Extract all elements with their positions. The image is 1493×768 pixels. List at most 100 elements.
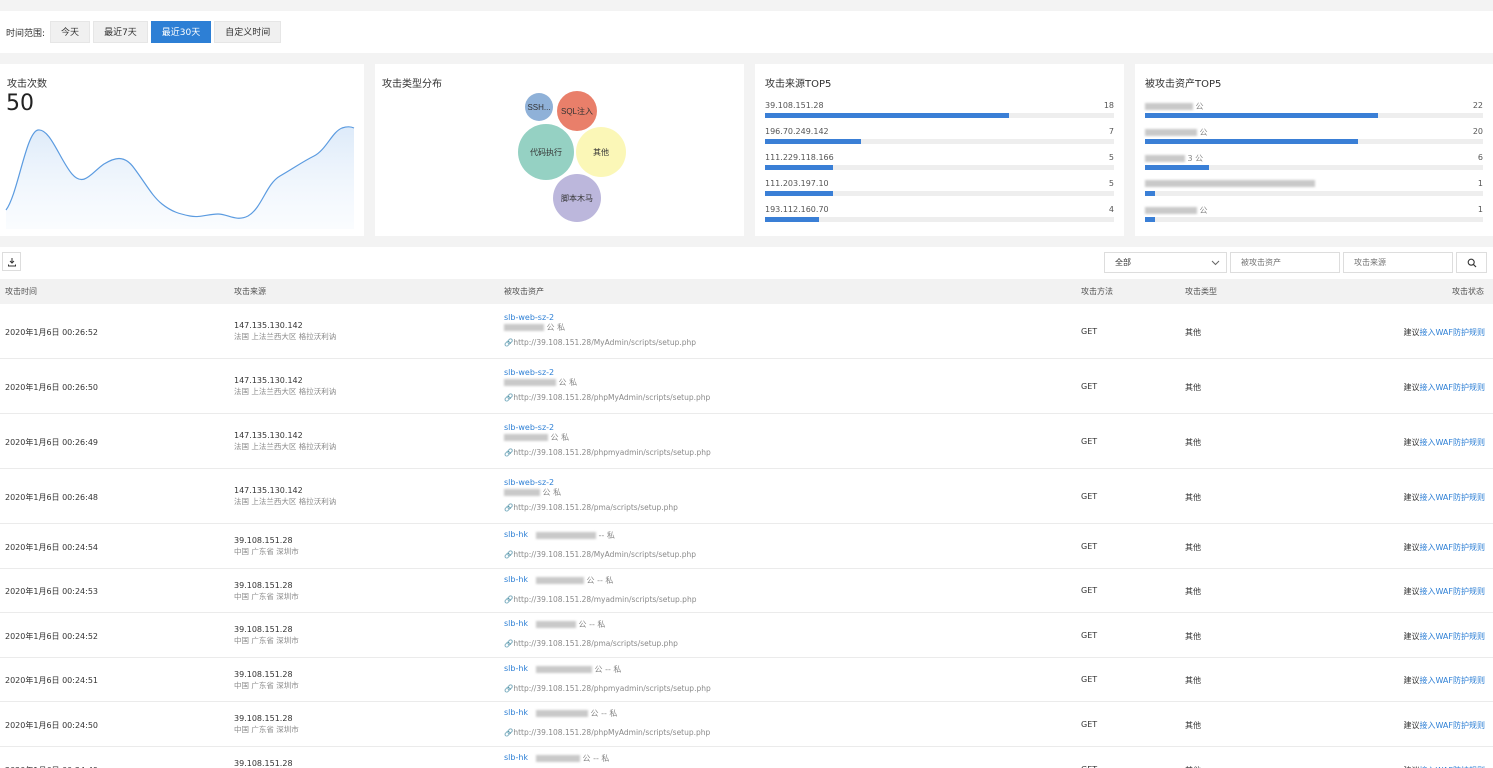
- cell-url[interactable]: 🔗http://39.108.151.28/phpmyadmin/scripts…: [504, 684, 711, 693]
- cell-url[interactable]: 🔗http://39.108.151.28/phpMyAdmin/scripts…: [504, 393, 710, 402]
- cell-url[interactable]: 🔗http://39.108.151.28/MyAdmin/scripts/se…: [504, 550, 696, 559]
- waf-rule-link[interactable]: 接入WAF防护规则: [1419, 721, 1485, 730]
- table-row[interactable]: 2020年1月6日 00:24:53 39.108.151.28 中国 广东省 深圳…: [0, 569, 1493, 613]
- range-today-button[interactable]: 今天: [50, 21, 91, 43]
- header-method[interactable]: 攻击方法: [1081, 279, 1113, 304]
- table-row[interactable]: 2020年1月6日 00:26:50 147.135.130.142 法国 上法兰西…: [0, 359, 1493, 414]
- waf-rule-link[interactable]: 接入WAF防护规则: [1419, 632, 1485, 641]
- cell-asset-link[interactable]: slb-web-sz-2: [504, 423, 554, 432]
- cell-source-location: 中国 广东省 深圳市: [234, 725, 299, 734]
- cell-asset-link[interactable]: slb-web-sz-2: [504, 478, 554, 487]
- table-row[interactable]: 2020年1月6日 00:26:52 147.135.130.142 法国 上法兰西…: [0, 304, 1493, 359]
- table-row[interactable]: 2020年1月6日 00:24:52 39.108.151.28 中国 广东省 深圳…: [0, 613, 1493, 658]
- cell-method: GET: [1081, 675, 1098, 684]
- cell-asset-link[interactable]: slb-web-sz-2: [504, 368, 554, 377]
- table-row[interactable]: 2020年1月6日 00:26:49 147.135.130.142 法国 上法兰西…: [0, 414, 1493, 469]
- cell-asset-link[interactable]: slb-hk: [504, 575, 528, 584]
- attack-type-card: 攻击类型分布 SSH... SQL注入 代码执行 其他 脚本木马: [375, 64, 744, 236]
- waf-rule-link[interactable]: 接入WAF防护规则: [1419, 676, 1485, 685]
- bar-track: [765, 113, 1114, 118]
- bubble-sql[interactable]: SQL注入: [557, 91, 597, 131]
- range-30days-button[interactable]: 最近30天: [150, 21, 212, 43]
- bubble-code-exec[interactable]: 代码执行: [518, 124, 574, 180]
- cell-status: 建议接入WAF防护规则: [1403, 631, 1485, 642]
- cell-asset-link[interactable]: slb-hk: [504, 530, 528, 539]
- url-text: http://39.108.151.28/pma/scripts/setup.p…: [513, 639, 678, 648]
- cell-time: 2020年1月6日 00:24:52: [5, 632, 99, 641]
- cell-url[interactable]: 🔗http://39.108.151.28/myadmin/scripts/se…: [504, 595, 696, 604]
- link-icon: 🔗: [504, 595, 514, 604]
- link-icon: 🔗: [504, 728, 514, 737]
- cell-asset-link[interactable]: slb-hk: [504, 753, 528, 762]
- range-7days-button[interactable]: 最近7天: [93, 21, 148, 43]
- attack-type-select[interactable]: 全部: [1104, 252, 1227, 273]
- cell-url[interactable]: 🔗http://39.108.151.28/phpmyadmin/scripts…: [504, 448, 711, 457]
- table-row[interactable]: 2020年1月6日 00:24:51 39.108.151.28 中国 广东省 深圳…: [0, 658, 1493, 702]
- range-custom-button[interactable]: 自定义时间: [214, 21, 282, 43]
- waf-rule-link[interactable]: 接入WAF防护规则: [1419, 328, 1485, 337]
- cell-source-ip: 147.135.130.142: [234, 431, 303, 440]
- header-source[interactable]: 攻击来源: [234, 279, 266, 304]
- table-row[interactable]: 2020年1月6日 00:26:48 147.135.130.142 法国 上法兰西…: [0, 469, 1493, 524]
- header-type[interactable]: 攻击类型: [1185, 279, 1217, 304]
- cell-time: 2020年1月6日 00:26:49: [5, 438, 99, 447]
- cell-url[interactable]: 🔗http://39.108.151.28/pma/scripts/setup.…: [504, 503, 678, 512]
- source-bar-row[interactable]: 39.108.151.28 18: [765, 101, 1114, 127]
- asset-bar-row[interactable]: 3 公 6: [1145, 153, 1483, 179]
- cell-source-location: 法国 上法兰西大区 格拉沃利讷: [234, 442, 337, 451]
- waf-rule-link[interactable]: 接入WAF防护规则: [1419, 383, 1485, 392]
- status-prefix: 建议: [1403, 587, 1420, 596]
- table-row[interactable]: 2020年1月6日 00:24:4939.108.151.28slb-hk 公 …: [0, 747, 1493, 768]
- cell-time: 2020年1月6日 00:24:51: [5, 676, 99, 685]
- source-ip: 196.70.249.142: [765, 127, 829, 136]
- download-button[interactable]: [2, 252, 21, 271]
- cell-url[interactable]: 🔗http://39.108.151.28/pma/scripts/setup.…: [504, 639, 678, 648]
- redacted-ip: [504, 324, 544, 331]
- cell-method: GET: [1081, 327, 1098, 336]
- source-ip: 39.108.151.28: [765, 101, 824, 110]
- bar-fill: [1145, 139, 1358, 144]
- source-search-input[interactable]: [1343, 252, 1453, 273]
- cell-asset-link[interactable]: slb-web-sz-2: [504, 313, 554, 322]
- cell-asset-link[interactable]: slb-hk: [504, 619, 528, 628]
- status-prefix: 建议: [1403, 632, 1420, 641]
- cell-asset-detail: 公 私: [504, 377, 577, 388]
- bubble-webshell[interactable]: 脚本木马: [553, 174, 601, 222]
- cell-method: GET: [1081, 382, 1098, 391]
- waf-rule-link[interactable]: 接入WAF防护规则: [1419, 438, 1485, 447]
- asset-tail: 公 私: [550, 433, 570, 442]
- bubble-ssh[interactable]: SSH...: [525, 93, 553, 121]
- source-bar-row[interactable]: 196.70.249.142 7: [765, 127, 1114, 153]
- waf-rule-link[interactable]: 接入WAF防护规则: [1419, 587, 1485, 596]
- cell-source-ip: 39.108.151.28: [234, 759, 293, 768]
- source-bar-row[interactable]: 193.112.160.70 4: [765, 205, 1114, 231]
- cell-asset-link[interactable]: slb-hk: [504, 708, 528, 717]
- asset-count: 6: [1477, 153, 1483, 162]
- bubble-other[interactable]: 其他: [576, 127, 626, 177]
- asset-suffix: 公: [1195, 102, 1204, 111]
- source-bar-row[interactable]: 111.203.197.10 5: [765, 179, 1114, 205]
- cell-source-location: 法国 上法兰西大区 格拉沃利讷: [234, 497, 337, 506]
- asset-bar-row[interactable]: 公 22: [1145, 101, 1483, 127]
- cell-method: GET: [1081, 542, 1098, 551]
- waf-rule-link[interactable]: 接入WAF防护规则: [1419, 543, 1485, 552]
- link-icon: 🔗: [504, 338, 514, 347]
- header-status[interactable]: 攻击状态: [1452, 279, 1484, 304]
- bar-fill: [765, 165, 834, 170]
- search-button[interactable]: [1456, 252, 1487, 273]
- source-bar-row[interactable]: 111.229.118.166 5: [765, 153, 1114, 179]
- asset-bar-row[interactable]: 1: [1145, 179, 1483, 205]
- asset-bar-row[interactable]: 公 20: [1145, 127, 1483, 153]
- chevron-down-icon: [1211, 253, 1220, 279]
- table-row[interactable]: 2020年1月6日 00:24:50 39.108.151.28 中国 广东省 深圳…: [0, 702, 1493, 747]
- asset-bar-row[interactable]: 公 1: [1145, 205, 1483, 231]
- header-asset[interactable]: 被攻击资产: [504, 279, 544, 304]
- cell-asset-link[interactable]: slb-hk: [504, 664, 528, 673]
- header-time[interactable]: 攻击时间: [5, 279, 37, 304]
- asset-suffix: 公: [1199, 206, 1208, 215]
- waf-rule-link[interactable]: 接入WAF防护规则: [1419, 493, 1485, 502]
- cell-url[interactable]: 🔗http://39.108.151.28/MyAdmin/scripts/se…: [504, 338, 696, 347]
- asset-search-input[interactable]: [1230, 252, 1340, 273]
- cell-url[interactable]: 🔗http://39.108.151.28/phpMyAdmin/scripts…: [504, 728, 710, 737]
- table-row[interactable]: 2020年1月6日 00:24:54 39.108.151.28 中国 广东省 深圳…: [0, 524, 1493, 569]
